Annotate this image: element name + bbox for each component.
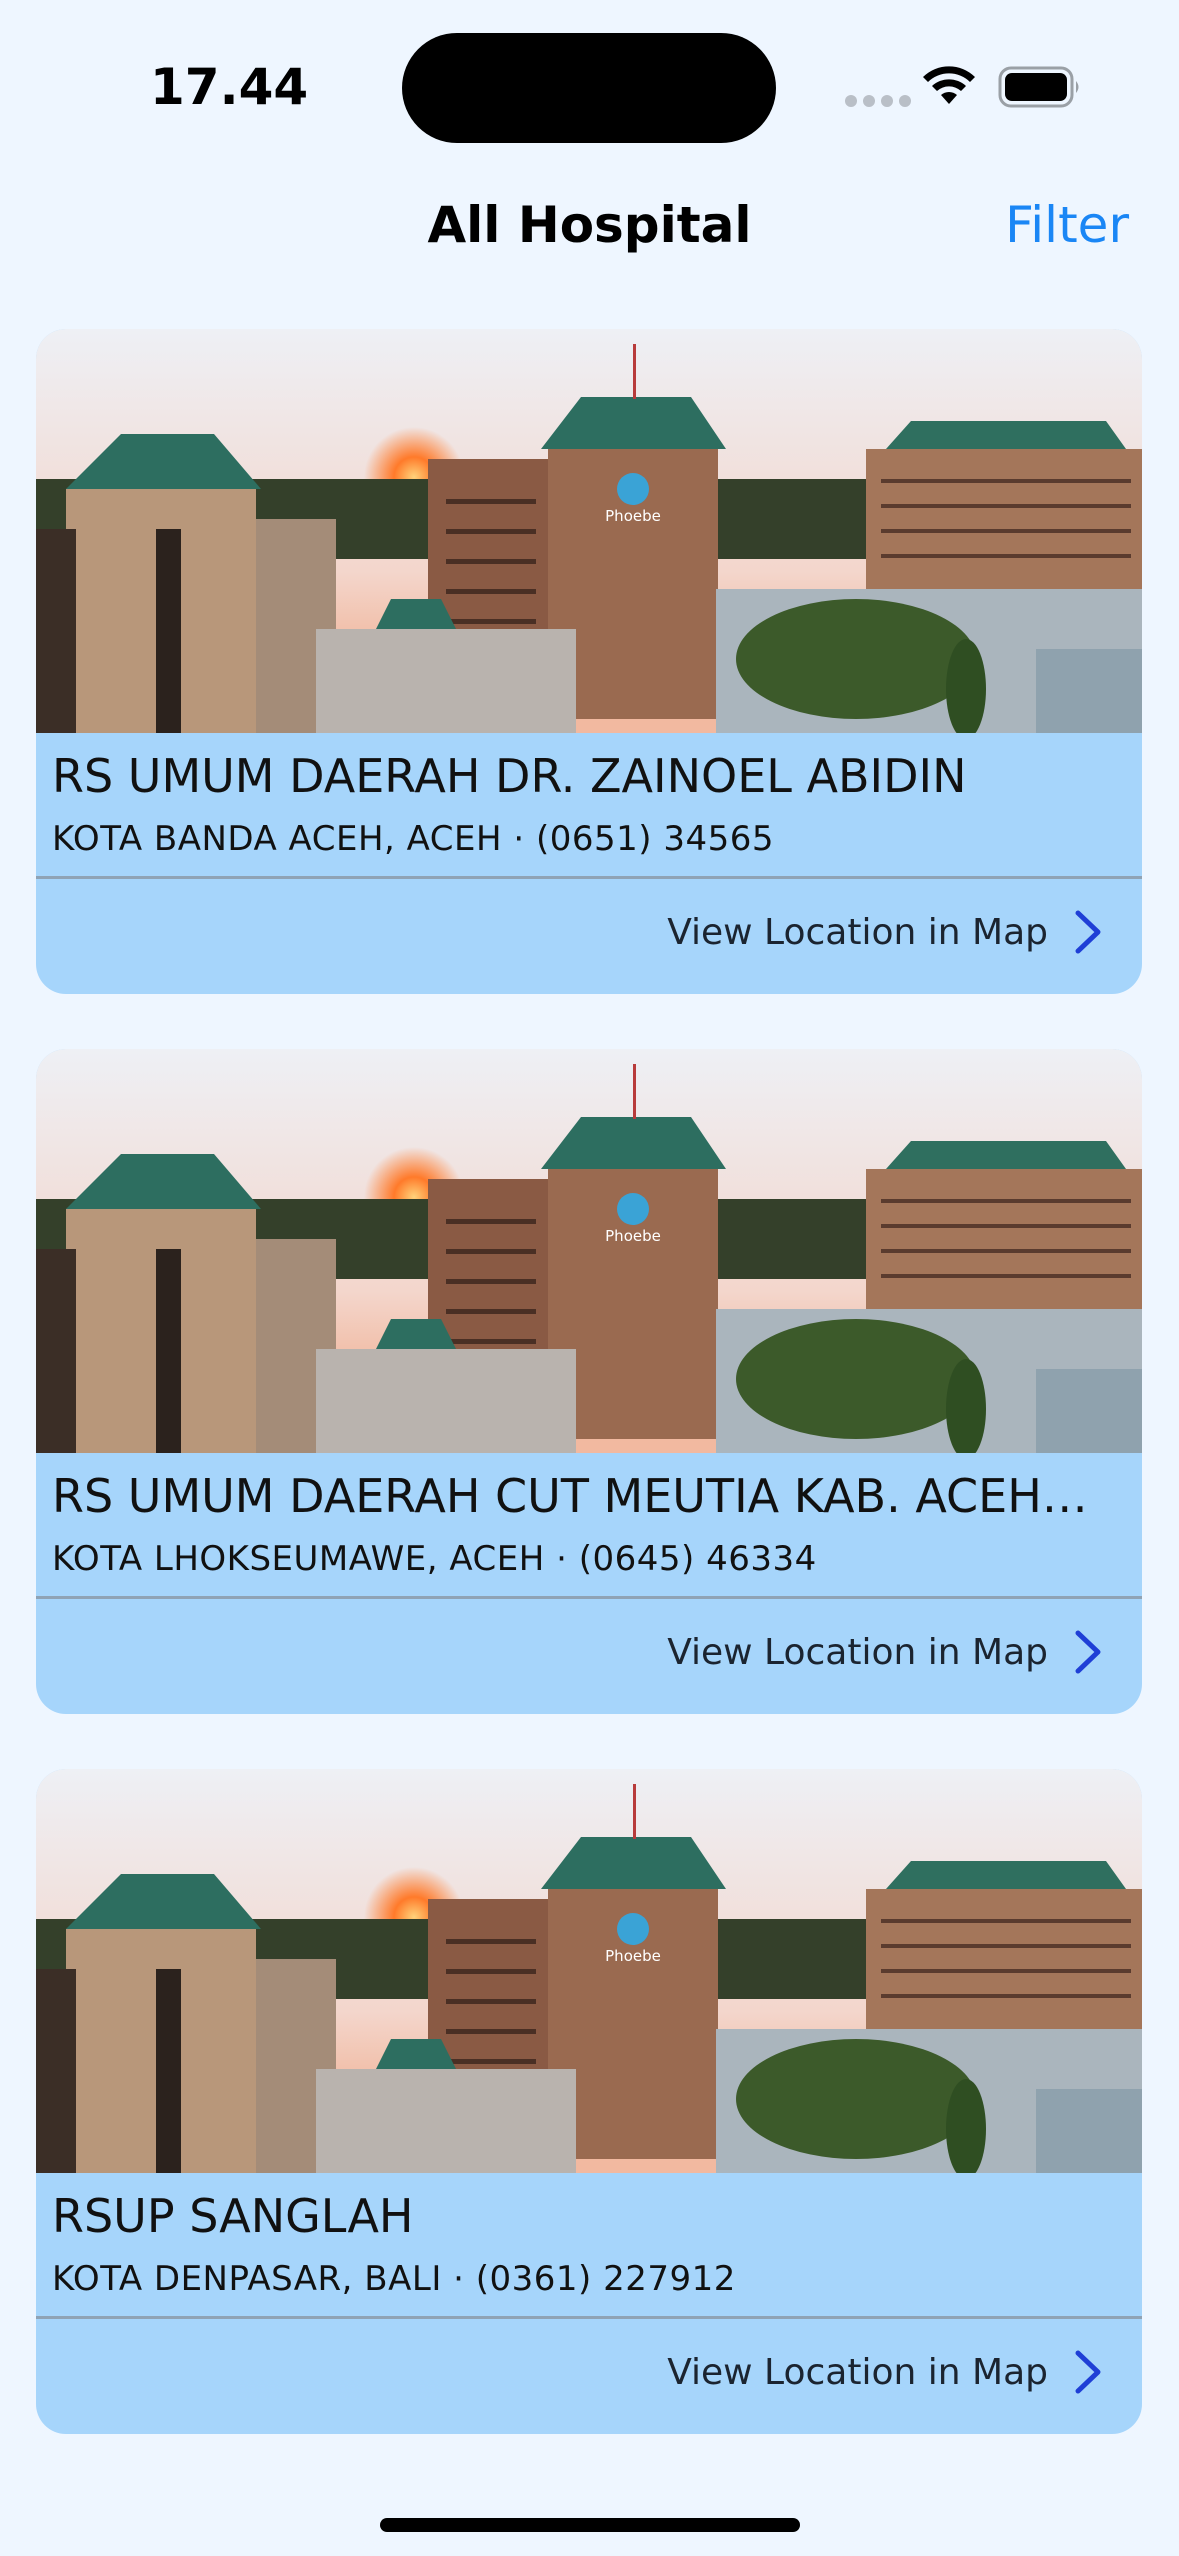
hospital-photo: Phoebe: [36, 1769, 1142, 2173]
view-location-label: View Location in Map: [667, 1631, 1048, 1673]
wifi-icon: [923, 66, 975, 104]
cellular-signal-icon: [845, 95, 911, 107]
chevron-right-icon: [1075, 1630, 1101, 1674]
page-title: All Hospital: [427, 196, 752, 254]
view-location-button[interactable]: View Location in Map: [667, 2349, 1102, 2395]
building-sign-text: Phoebe: [605, 1947, 661, 1965]
divider: [36, 2316, 1142, 2319]
hospital-photo: Phoebe: [36, 1049, 1142, 1453]
view-location-button[interactable]: View Location in Map: [667, 1629, 1102, 1675]
hospital-name: RS UMUM DAERAH CUT MEUTIA KAB. ACEH…: [52, 1469, 1088, 1523]
hospital-location-phone: KOTA BANDA ACEH, ACEH · (0651) 34565: [52, 819, 775, 859]
hospital-location-phone: KOTA DENPASAR, BALI · (0361) 227912: [52, 2259, 736, 2299]
view-location-button[interactable]: View Location in Map: [667, 909, 1102, 955]
filter-button[interactable]: Filter: [1005, 196, 1129, 254]
building-sign-text: Phoebe: [605, 1227, 661, 1245]
battery-icon: [998, 66, 1079, 108]
hospital-card[interactable]: Phoebe RS UMUM DAERAH DR. ZAINOEL ABIDIN…: [36, 329, 1142, 994]
hospital-name: RS UMUM DAERAH DR. ZAINOEL ABIDIN: [52, 749, 967, 803]
hospital-photo: Phoebe: [36, 329, 1142, 733]
status-time: 17.44: [150, 58, 309, 116]
chevron-right-icon: [1075, 2350, 1101, 2394]
divider: [36, 1596, 1142, 1599]
home-indicator[interactable]: [380, 2518, 800, 2532]
hospital-location-phone: KOTA LHOKSEUMAWE, ACEH · (0645) 46334: [52, 1539, 817, 1579]
hospital-card[interactable]: Phoebe RSUP SANGLAH KOTA DENPASAR, BALI …: [36, 1769, 1142, 2434]
view-location-label: View Location in Map: [667, 2351, 1048, 2393]
hospital-card[interactable]: Phoebe RS UMUM DAERAH CUT MEUTIA KAB. AC…: [36, 1049, 1142, 1714]
dynamic-island: [402, 33, 776, 143]
chevron-right-icon: [1075, 910, 1101, 954]
view-location-label: View Location in Map: [667, 911, 1048, 953]
building-sign-text: Phoebe: [605, 507, 661, 525]
divider: [36, 876, 1142, 879]
hospital-name: RSUP SANGLAH: [52, 2189, 414, 2243]
